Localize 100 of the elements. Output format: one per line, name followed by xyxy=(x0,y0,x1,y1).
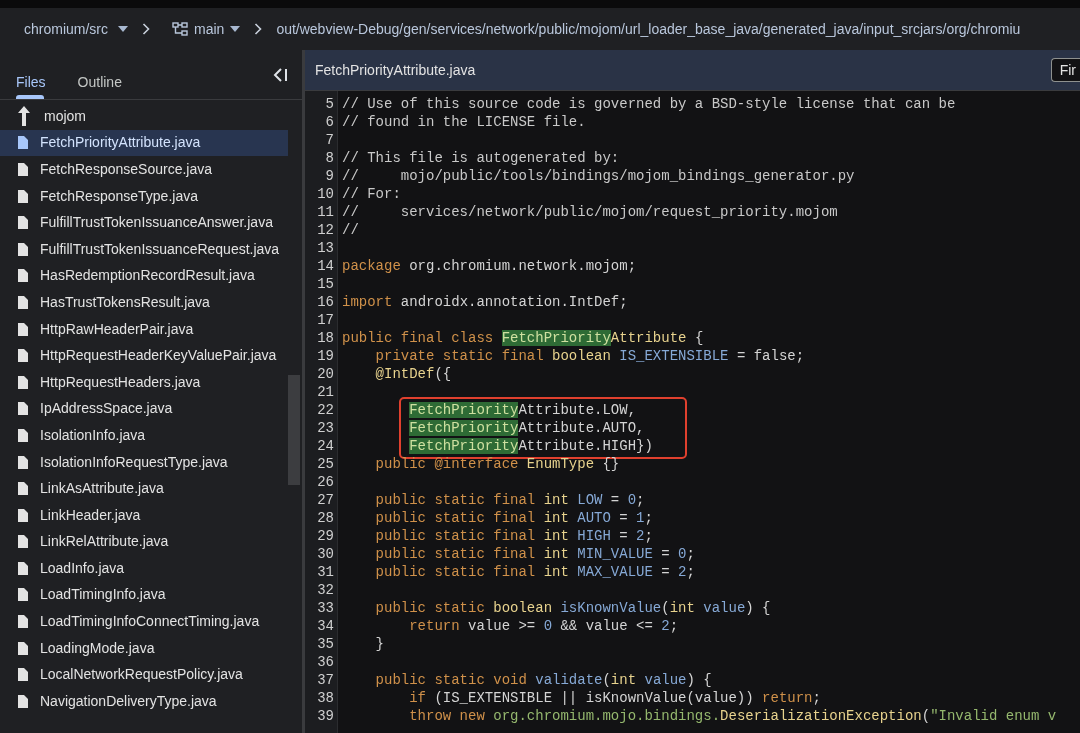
file-icon xyxy=(18,694,28,708)
file-path: out/webview-Debug/gen/services/network/public/mojom/url_loader_base_java/generated_java/input_srcjars/org/chromiu xyxy=(276,19,1021,39)
file-item[interactable]: FetchPriorityAttribute.java xyxy=(0,129,288,157)
code-line: private static final boolean IS_EXTENSIBLE = false; xyxy=(374,347,805,365)
sidebar-tab[interactable]: Files xyxy=(0,49,62,99)
code-line: public static final int LOW = 0; xyxy=(374,491,645,509)
file-item[interactable]: LoadTimingInfo.java xyxy=(0,581,288,609)
code-line: FetchPriorityAttribute.AUTO, xyxy=(409,419,645,437)
line-number: 19 xyxy=(317,347,334,365)
code-line: return value >= 0 && value <= 2; xyxy=(408,617,679,635)
collapse-panel-icon[interactable] xyxy=(272,68,288,82)
code-line: package org.chromium.network.mojom; xyxy=(342,257,637,275)
file-icon xyxy=(18,455,28,469)
line-number: 38 xyxy=(317,689,334,707)
code-line: public static final int HIGH = 2; xyxy=(374,527,653,545)
file-icon xyxy=(18,295,28,309)
line-number: 23 xyxy=(317,419,334,437)
line-number: 16 xyxy=(317,293,334,311)
code-line: public static final int MIN_VALUE = 0; xyxy=(374,545,695,563)
file-icon xyxy=(18,349,28,363)
file-item[interactable]: IpAddressSpace.java xyxy=(0,395,288,423)
file-item[interactable]: FulfillTrustTokenIssuanceRequest.java xyxy=(0,235,288,263)
code-line: public static void validate(int value) { xyxy=(374,671,712,689)
line-number: 14 xyxy=(317,257,334,275)
line-number: 26 xyxy=(317,473,334,491)
file-icon xyxy=(18,163,28,176)
line-number: 35 xyxy=(317,635,334,653)
file-icon xyxy=(18,561,28,575)
file-item[interactable]: mojom xyxy=(0,103,288,130)
file-item[interactable]: IsolationInfoRequestType.java xyxy=(0,448,288,476)
code-line: // For: xyxy=(342,185,401,203)
file-icon xyxy=(18,216,28,230)
code-line: public static final int AUTO = 1; xyxy=(374,509,653,527)
code-line: public static boolean isKnownValue(int value) { xyxy=(374,599,771,617)
file-item[interactable]: LoadingMode.java xyxy=(0,634,288,662)
file-item[interactable]: LoadTimingInfoConnectTiming.java xyxy=(0,608,288,635)
file-icon xyxy=(18,641,28,655)
line-number: 21 xyxy=(317,383,334,401)
file-tab[interactable]: FetchPriorityAttribute.java xyxy=(315,59,476,81)
line-number: 13 xyxy=(317,239,334,257)
line-number: 11 xyxy=(317,203,334,221)
line-number: 9 xyxy=(325,167,334,185)
line-number: 5 xyxy=(325,95,334,113)
chevron-icon xyxy=(254,23,263,35)
line-number: 6 xyxy=(325,113,334,131)
file-item[interactable]: HasTrustTokensResult.java xyxy=(0,289,288,316)
line-number: 37 xyxy=(317,671,334,689)
code-line: // Use of this source code is governed by a BSD-style license that can be xyxy=(342,95,956,113)
line-number: 34 xyxy=(317,617,334,635)
code-line: throw new org.chromium.mojo.bindings.DeserializationException("Invalid enum v xyxy=(408,707,1057,725)
repo-selector[interactable]: chromium/src xyxy=(24,18,128,40)
file-item[interactable]: FetchResponseType.java xyxy=(0,182,288,210)
file-icon xyxy=(18,668,28,682)
file-icon xyxy=(18,535,28,549)
file-item[interactable]: LinkHeader.java xyxy=(0,501,288,529)
file-icon xyxy=(18,402,28,416)
scrollbar-thumb[interactable] xyxy=(288,375,300,485)
code-line: // This file is autogenerated by: xyxy=(342,149,620,167)
code-line: public static final int MAX_VALUE = 2; xyxy=(374,563,695,581)
file-item[interactable]: HttpRequestHeaders.java xyxy=(0,368,288,396)
line-number: 30 xyxy=(317,545,334,563)
line-number: 24 xyxy=(317,437,334,455)
file-icon xyxy=(18,588,28,602)
chevron-icon xyxy=(142,23,150,35)
file-item[interactable]: HttpRequestHeaderKeyValuePair.java xyxy=(0,342,288,369)
code-line: } xyxy=(374,635,384,653)
branch-selector[interactable]: main xyxy=(172,18,241,40)
caret-icon xyxy=(230,26,241,32)
file-icon xyxy=(18,615,28,629)
file-item[interactable]: LoadInfo.java xyxy=(0,555,288,582)
file-item[interactable]: IsolationInfo.java xyxy=(0,422,288,449)
file-item[interactable]: FetchResponseSource.java xyxy=(0,156,288,183)
file-icon xyxy=(18,482,28,496)
code-line: // mojo/public/tools/bindings/mojom_bindings_generator.py xyxy=(342,167,855,185)
line-number: 28 xyxy=(317,509,334,527)
code-line: public final class FetchPriorityAttribute { xyxy=(342,329,704,347)
file-icon xyxy=(18,322,28,336)
sidebar-tab[interactable]: Outline xyxy=(61,49,138,99)
code-line: // found in the LICENSE file. xyxy=(342,113,586,131)
code-line: // services/network/public/mojom/request_priority.mojom xyxy=(342,203,838,221)
code-line: FetchPriorityAttribute.HIGH}) xyxy=(409,437,653,455)
code-line: FetchPriorityAttribute.LOW, xyxy=(409,401,637,419)
file-item[interactable]: HttpRawHeaderPair.java xyxy=(0,315,288,343)
branch-icon xyxy=(172,22,188,36)
file-item[interactable]: LocalNetworkRequestPolicy.java xyxy=(0,661,288,689)
line-number: 20 xyxy=(317,365,334,383)
file-item[interactable]: NavigationDeliveryType.java xyxy=(0,688,288,715)
line-number: 33 xyxy=(317,599,334,617)
file-icon xyxy=(18,269,28,283)
line-number: 22 xyxy=(317,401,334,419)
file-item[interactable]: LinkRelAttribute.java xyxy=(0,528,288,556)
file-icon xyxy=(18,136,28,150)
file-item[interactable]: HasRedemptionRecordResult.java xyxy=(0,262,288,290)
file-item[interactable]: LinkAsAttribute.java xyxy=(0,475,288,502)
file-item[interactable]: FulfillTrustTokenIssuanceAnswer.java xyxy=(0,209,288,236)
line-number: 27 xyxy=(317,491,334,509)
line-number: 29 xyxy=(317,527,334,545)
code-line: // xyxy=(342,221,359,239)
code-line: if (IS_EXTENSIBLE || isKnownValue(value)) return; xyxy=(408,689,821,707)
find-button[interactable]: Fir xyxy=(1050,58,1080,82)
